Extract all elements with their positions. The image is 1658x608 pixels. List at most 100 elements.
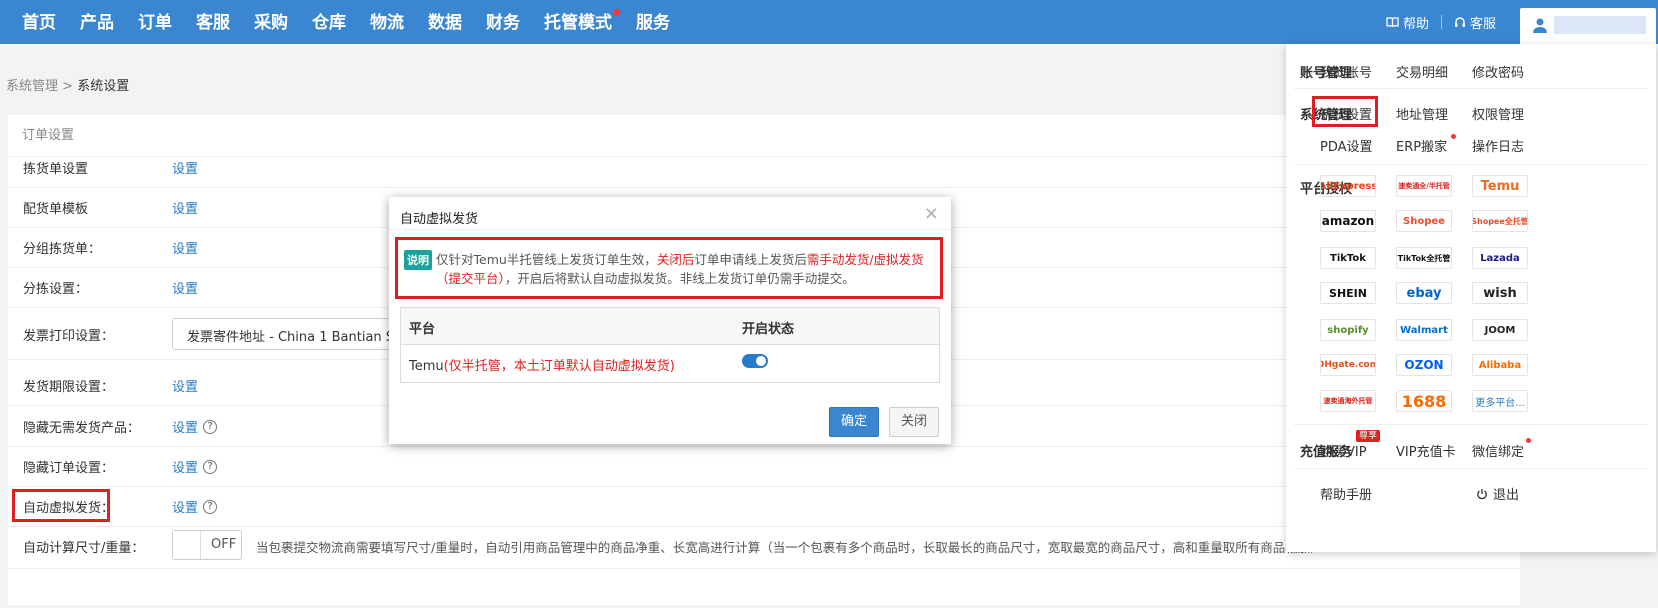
close-button[interactable]: 关闭 (889, 407, 939, 437)
nav-warehouse[interactable]: 仓库 (300, 0, 358, 44)
settings-link[interactable]: 设置 (172, 238, 198, 257)
nav-customer-service[interactable]: 客服 (184, 0, 242, 44)
menu-vip-card[interactable]: VIP充值卡 (1396, 441, 1456, 460)
row-label: 隐藏无需发货产品： (23, 421, 141, 436)
row-label: 配货单模板 (23, 202, 89, 217)
menu-transactions[interactable]: 交易明细 (1396, 62, 1448, 81)
toggle-knob (173, 531, 201, 559)
service-label: 客服 (1470, 16, 1497, 32)
menu-change-password[interactable]: 修改密码 (1472, 62, 1524, 81)
platform-lazada[interactable]: Lazada (1472, 247, 1528, 269)
row-label: 隐藏订单设置： (23, 461, 115, 476)
table-row: Temu(仅半托管，本土订单默认自动虚拟发货) (401, 345, 939, 383)
invoice-address-select[interactable]: 发票寄件地址 - China 1 Bantian Stre (172, 318, 397, 350)
platform-amazon[interactable]: amazon (1320, 210, 1376, 232)
settings-link[interactable]: 设置 (172, 198, 198, 217)
platform-aliexpress-overseas[interactable]: 速卖通海外托管 (1320, 390, 1376, 412)
platform-ebay[interactable]: ebay (1396, 282, 1452, 304)
enable-switch[interactable] (742, 354, 768, 368)
hot-badge: 尊享 (1356, 430, 1381, 442)
breadcrumb-parent[interactable]: 系统管理 (6, 79, 58, 94)
user-icon (1533, 18, 1547, 33)
highlight-box (1312, 96, 1378, 127)
platform-tiktok[interactable]: TikTok (1320, 247, 1376, 269)
breadcrumb-current: 系统设置 (77, 79, 130, 94)
settings-link[interactable]: 设置 (172, 376, 198, 395)
logout-label: 退出 (1493, 488, 1520, 503)
note-part: 仅针对Temu半托管线上发货订单生效， (436, 252, 657, 267)
link-label: 设置 (172, 501, 199, 516)
col-platform: 平台 (409, 322, 436, 337)
platform-shopify[interactable]: shopify (1320, 319, 1376, 341)
menu-buy-vip[interactable]: 购买VIP (1320, 441, 1367, 460)
menu-wechat-bind[interactable]: 微信绑定 (1472, 441, 1524, 460)
nav-home[interactable]: 首页 (10, 0, 68, 44)
menu-erp-migrate[interactable]: ERP搬家 (1396, 136, 1447, 155)
platform-shopee-hosted[interactable]: Shopee全托管 (1472, 210, 1528, 232)
more-platforms-button[interactable]: 更多平台... (1472, 390, 1528, 412)
divider (1294, 88, 1648, 89)
nav-hosting-mode[interactable]: 托管模式 (532, 0, 624, 44)
settings-link[interactable]: 设置 (172, 158, 198, 177)
settings-link[interactable]: 设置? (172, 417, 218, 436)
customer-service-link[interactable]: 客服 (1454, 13, 1496, 32)
platform-note: (仅半托管，本土订单默认自动虚拟发货) (443, 359, 675, 374)
platform-walmart[interactable]: Walmart (1396, 319, 1452, 341)
note-badge: 说明 (404, 250, 432, 270)
close-icon[interactable]: × (924, 203, 939, 224)
nav-services[interactable]: 服务 (624, 0, 682, 44)
top-nav-bar: 首页 产品 订单 客服 采购 仓库 物流 数据 财务 托管模式 服务 帮助 客服 (0, 0, 1658, 44)
platform-cell: Temu(仅半托管，本土订单默认自动虚拟发货) (409, 355, 675, 374)
breadcrumb: 系统管理 > 系统设置 (6, 75, 129, 94)
platform-shopee[interactable]: Shopee (1396, 210, 1452, 232)
platform-aliexpress[interactable]: AliExpress (1320, 175, 1376, 197)
col-status: 开启状态 (742, 322, 795, 337)
headset-icon (1455, 17, 1466, 27)
nav-purchase[interactable]: 采购 (242, 0, 300, 44)
platform-ozon[interactable]: OZON (1396, 354, 1452, 376)
link-label: 设置 (172, 202, 199, 217)
nav-logistics[interactable]: 物流 (358, 0, 416, 44)
auto-size-description: 当包裹提交物流商需要填写尺寸/重量时，自动引用商品管理中的商品净重、长宽高进行计… (256, 540, 1323, 555)
platform-1688[interactable]: 1688 (1396, 390, 1452, 412)
platform-alibaba[interactable]: Alibaba (1472, 354, 1528, 376)
help-icon[interactable]: ? (203, 459, 218, 474)
menu-operation-log[interactable]: 操作日志 (1472, 136, 1524, 155)
help-icon[interactable]: ? (203, 419, 218, 434)
book-icon (1386, 17, 1399, 28)
username-redacted (1554, 16, 1646, 34)
menu-pda-settings[interactable]: PDA设置 (1320, 136, 1373, 155)
platform-temu[interactable]: Temu (1472, 175, 1528, 197)
settings-link[interactable]: 设置 (172, 278, 198, 297)
power-icon (1477, 488, 1487, 499)
platform-wish[interactable]: wish (1472, 282, 1528, 304)
nav-finance[interactable]: 财务 (474, 0, 532, 44)
menu-my-account[interactable]: 我的账号 (1320, 62, 1372, 81)
settings-link[interactable]: 设置? (172, 497, 218, 516)
logout-button[interactable]: 退出 (1476, 484, 1519, 503)
nav-products[interactable]: 产品 (68, 0, 126, 44)
divider (1294, 424, 1648, 425)
menu-address[interactable]: 地址管理 (1396, 104, 1448, 123)
menu-permissions[interactable]: 权限管理 (1472, 104, 1524, 123)
platform-tiktok-hosted[interactable]: TikTok全托管 (1396, 247, 1452, 269)
divider (1441, 15, 1443, 29)
confirm-button[interactable]: 确定 (829, 407, 879, 437)
nav-data[interactable]: 数据 (416, 0, 474, 44)
auto-size-toggle[interactable]: OFF (172, 530, 242, 560)
platform-aliexpress-hosted[interactable]: 速卖通全/半托管 (1396, 175, 1452, 197)
nav-orders[interactable]: 订单 (126, 0, 184, 44)
table-header: 平台 开启状态 (401, 308, 939, 345)
row-label: 发货期限设置： (23, 380, 115, 395)
help-link[interactable]: 帮助 (1386, 13, 1429, 32)
menu-help-manual[interactable]: 帮助手册 (1320, 484, 1372, 503)
platform-shein[interactable]: SHEIN (1320, 282, 1376, 304)
user-menu-trigger[interactable] (1520, 8, 1656, 44)
help-icon[interactable]: ? (203, 499, 218, 514)
platform-dhgate[interactable]: DHgate.com (1320, 354, 1376, 376)
link-label: 设置 (172, 380, 199, 395)
user-dropdown-menu: 账号管理 我的账号 交易明细 修改密码 系统管理 系统设置 地址管理 权限管理 … (1286, 44, 1656, 552)
platform-name: Temu (409, 359, 444, 374)
settings-link[interactable]: 设置? (172, 457, 218, 476)
platform-joom[interactable]: JOOM (1472, 319, 1528, 341)
